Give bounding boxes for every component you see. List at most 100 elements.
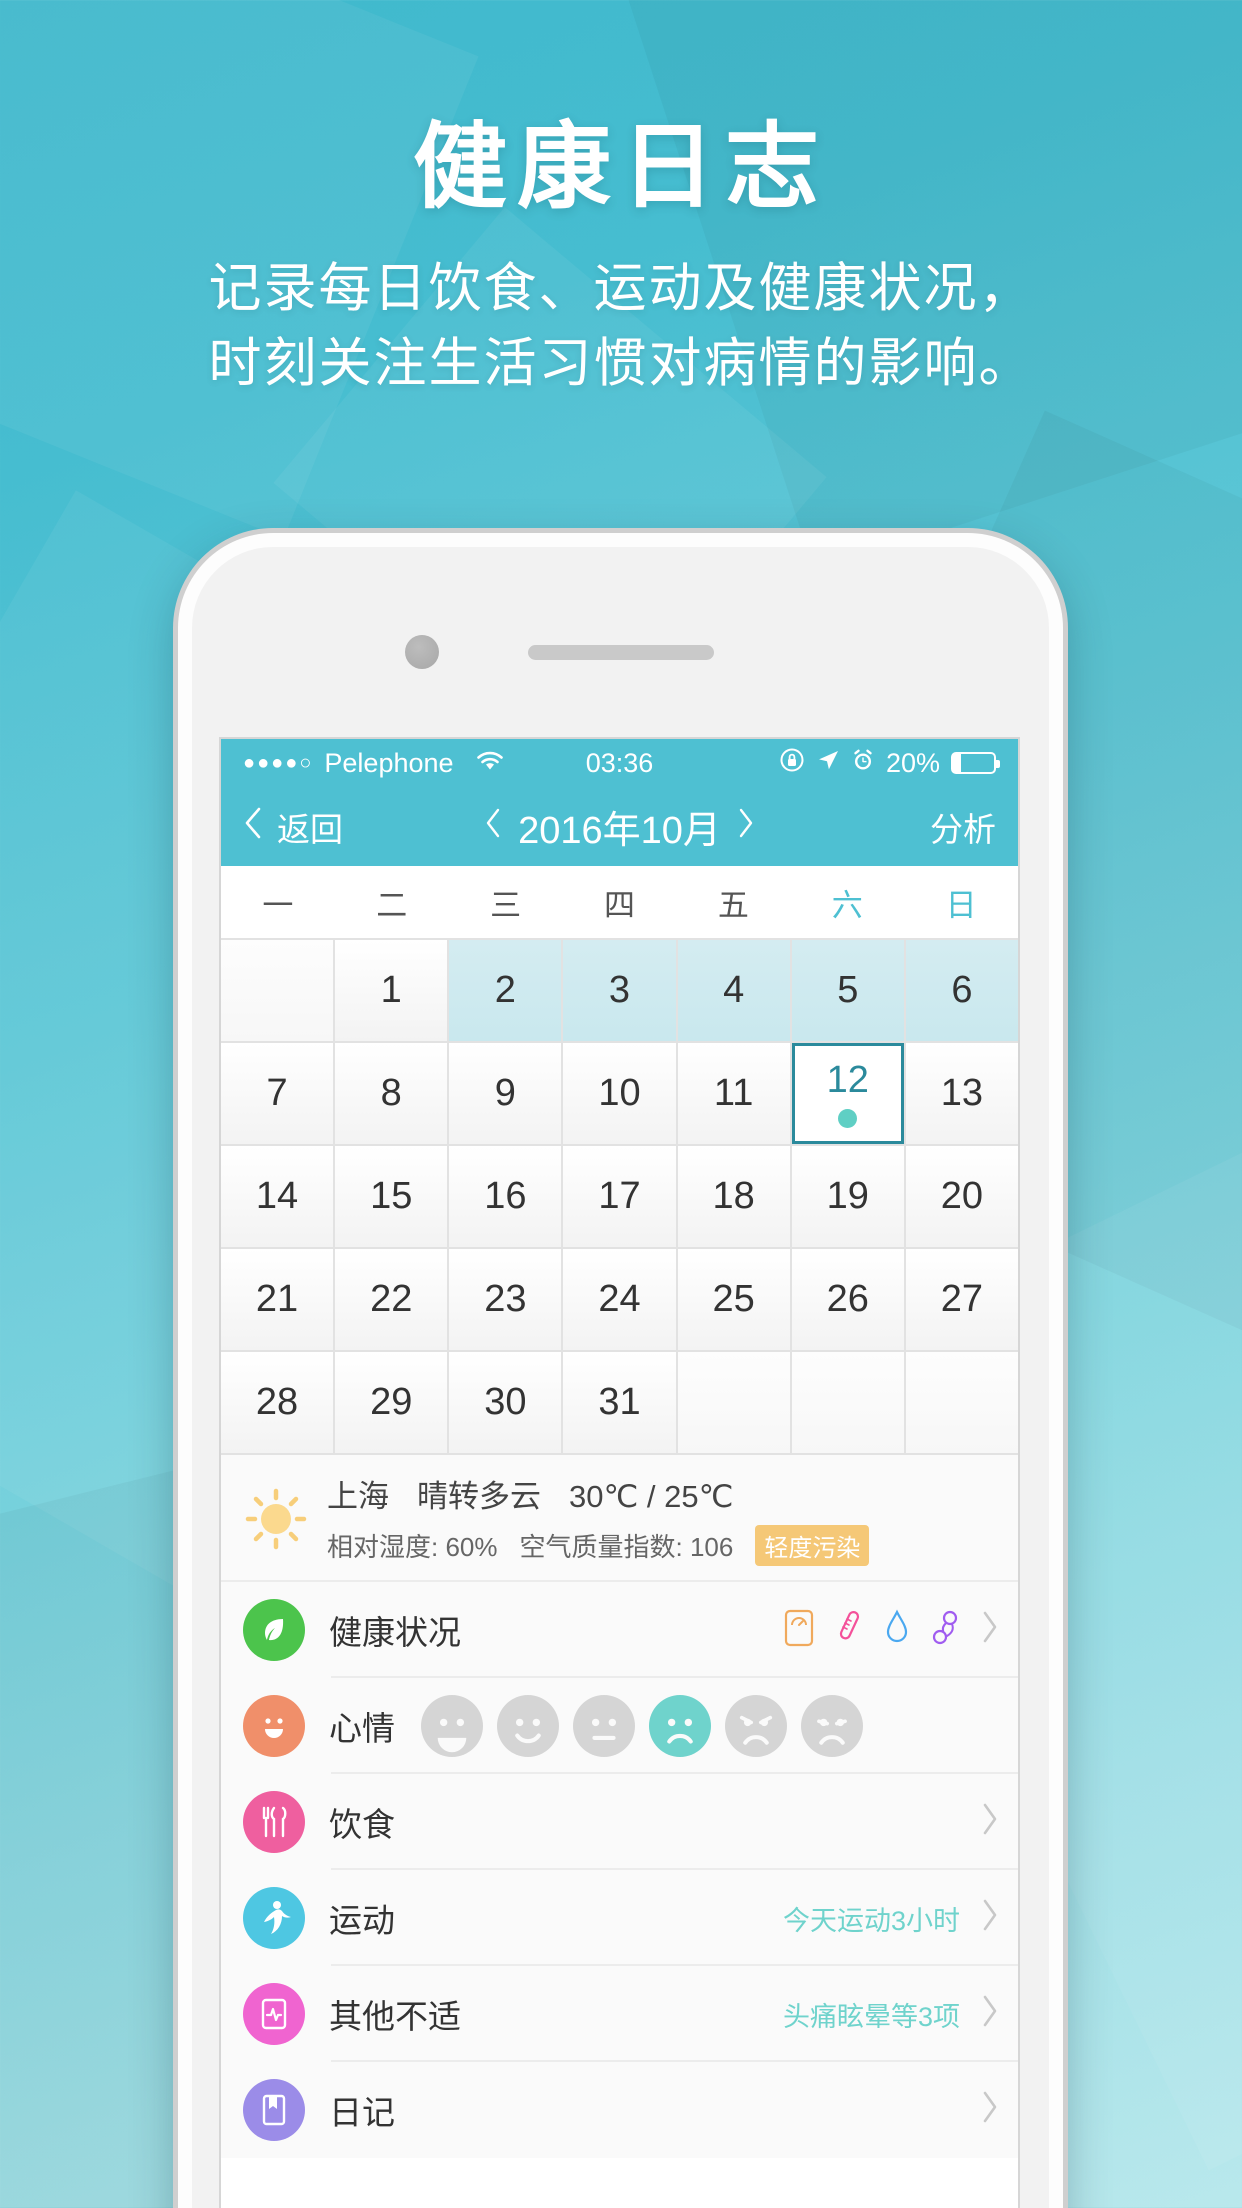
earpiece-speaker — [527, 645, 714, 660]
calendar-day-19[interactable]: 19 — [791, 1146, 904, 1247]
list-item-mood[interactable]: 心情 — [221, 1678, 1018, 1774]
list-item-diary[interactable]: 日记 — [221, 2062, 1018, 2158]
calendar-day-25[interactable]: 25 — [677, 1249, 790, 1350]
calendar-day-12[interactable]: 12 — [791, 1043, 904, 1144]
chevron-right-icon — [980, 1897, 1000, 1940]
weather-city: 上海 — [327, 1479, 389, 1514]
location-arrow-icon — [816, 748, 840, 779]
calendar-day-23[interactable]: 23 — [449, 1249, 562, 1350]
calendar-day-10[interactable]: 10 — [563, 1043, 676, 1144]
chevron-right-icon — [980, 2089, 1000, 2132]
book-icon — [243, 2079, 305, 2141]
calendar-day-8[interactable]: 8 — [335, 1043, 448, 1144]
calendar-cell-empty — [791, 1352, 904, 1453]
calendar-day-number: 25 — [712, 1278, 755, 1320]
calendar-day-28[interactable]: 28 — [221, 1352, 334, 1453]
calendar-day-number: 4 — [723, 969, 745, 1011]
calendar-weekday-2: 三 — [490, 887, 522, 923]
month-next-icon[interactable] — [737, 807, 755, 847]
calendar-day-31[interactable]: 31 — [563, 1352, 676, 1453]
list-item-label: 饮食 — [329, 1806, 395, 1843]
carrier-label: Pelephone — [324, 747, 454, 778]
calendar-cell-empty — [905, 1352, 1018, 1453]
chevron-right-icon — [980, 1609, 1000, 1652]
calendar-day-3[interactable]: 3 — [563, 940, 676, 1041]
calendar-day-number: 20 — [940, 1175, 984, 1217]
calendar-day-number: 9 — [494, 1072, 516, 1114]
calendar-weekday-4: 五 — [717, 887, 749, 923]
calendar-day-15[interactable]: 15 — [335, 1146, 448, 1247]
calendar-day-marker-dot — [838, 1109, 858, 1128]
calendar-day-18[interactable]: 18 — [677, 1146, 790, 1247]
mood-face-neutral[interactable] — [573, 1695, 635, 1757]
calendar-day-number: 24 — [598, 1278, 641, 1320]
calendar-day-number: 17 — [598, 1175, 641, 1217]
calendar-day-24[interactable]: 24 — [563, 1249, 676, 1350]
list-item-label: 心情 — [329, 1710, 395, 1747]
list-item-discomfort[interactable]: 其他不适 头痛眩晕等3项 — [221, 1966, 1018, 2062]
calendar-day-7[interactable]: 7 — [221, 1043, 334, 1144]
calendar-day-29[interactable]: 29 — [335, 1352, 448, 1453]
calendar-day-16[interactable]: 16 — [449, 1146, 562, 1247]
calendar-day-number: 12 — [826, 1059, 869, 1101]
calendar-day-4[interactable]: 4 — [677, 940, 790, 1041]
weight-scale-icon[interactable] — [784, 1609, 814, 1652]
calendar-day-number: 18 — [712, 1175, 755, 1217]
calendar-day-number: 27 — [940, 1278, 984, 1320]
calendar-day-27[interactable]: 27 — [905, 1249, 1018, 1350]
mood-face-frown[interactable] — [649, 1695, 711, 1757]
heartbeat-icon — [243, 1983, 305, 2045]
calendar-day-number: 11 — [713, 1072, 754, 1114]
list-item-label: 日记 — [329, 2094, 395, 2131]
calendar-cell-empty — [677, 1352, 790, 1453]
calendar-weekday-1: 二 — [376, 887, 408, 923]
mood-face-cry[interactable] — [801, 1695, 863, 1757]
calendar-day-14[interactable]: 14 — [221, 1146, 334, 1247]
list-item-health[interactable]: 健康状况 — [221, 1582, 1018, 1678]
calendar-day-21[interactable]: 21 — [221, 1249, 334, 1350]
calendar-day-2[interactable]: 2 — [449, 940, 562, 1041]
list-item-label: 运动 — [329, 1902, 395, 1939]
list-item-diet[interactable]: 饮食 — [221, 1774, 1018, 1870]
month-prev-icon[interactable] — [484, 807, 502, 847]
list-item-exercise[interactable]: 运动 今天运动3小时 — [221, 1870, 1018, 1966]
calendar-day-9[interactable]: 9 — [449, 1043, 562, 1144]
analysis-button[interactable]: 分析 — [930, 803, 996, 851]
weather-row[interactable]: 上海 晴转多云 30℃ / 25℃ 相对湿度: 60% 空气质量指数: 106 … — [221, 1455, 1018, 1582]
blood-drop-icon[interactable] — [884, 1609, 910, 1652]
thermometer-icon[interactable] — [834, 1609, 864, 1652]
day-detail-list: 上海 晴转多云 30℃ / 25℃ 相对湿度: 60% 空气质量指数: 106 … — [221, 1455, 1018, 2158]
calendar-day-22[interactable]: 22 — [335, 1249, 448, 1350]
calendar-day-number: 23 — [484, 1278, 527, 1320]
calendar-day-17[interactable]: 17 — [563, 1146, 676, 1247]
calendar-day-number: 2 — [494, 969, 516, 1011]
calendar-day-26[interactable]: 26 — [791, 1249, 904, 1350]
calendar-weekday-3: 四 — [603, 887, 635, 923]
calendar-day-number: 5 — [837, 969, 859, 1011]
back-label: 返回 — [277, 810, 343, 848]
calendar-day-6[interactable]: 6 — [905, 940, 1018, 1041]
promo-subtitle-line1: 记录每日饮食、运动及健康状况， — [208, 258, 1034, 318]
calendar-day-13[interactable]: 13 — [905, 1043, 1018, 1144]
calendar-weekday-6: 日 — [945, 887, 977, 923]
list-item-label: 其他不适 — [329, 1998, 461, 2035]
calendar-day-11[interactable]: 11 — [677, 1043, 790, 1144]
mood-face-smile[interactable] — [497, 1695, 559, 1757]
leaf-icon — [243, 1599, 305, 1661]
calendar-day-20[interactable]: 20 — [905, 1146, 1018, 1247]
navigation-bar: 返回 2016年10月 分析 — [221, 787, 1018, 866]
status-bar: ●●●●○ Pelephone 03:36 20% — [221, 739, 1018, 787]
calendar-day-5[interactable]: 5 — [791, 940, 904, 1041]
back-button[interactable]: 返回 — [243, 803, 343, 851]
chevron-right-icon — [980, 1993, 1000, 2036]
month-title: 2016年10月 — [518, 810, 721, 852]
cutlery-icon — [243, 1791, 305, 1853]
blood-pressure-icon[interactable] — [930, 1609, 960, 1652]
calendar-day-30[interactable]: 30 — [449, 1352, 562, 1453]
mood-face-sad[interactable] — [725, 1695, 787, 1757]
mood-face-grin[interactable] — [421, 1695, 483, 1757]
phone-screen: ●●●●○ Pelephone 03:36 20% 返回 2016年10月 分析… — [221, 739, 1018, 2208]
calendar-day-1[interactable]: 1 — [335, 940, 448, 1041]
front-camera-icon — [405, 635, 439, 669]
chevron-left-icon — [243, 806, 263, 848]
